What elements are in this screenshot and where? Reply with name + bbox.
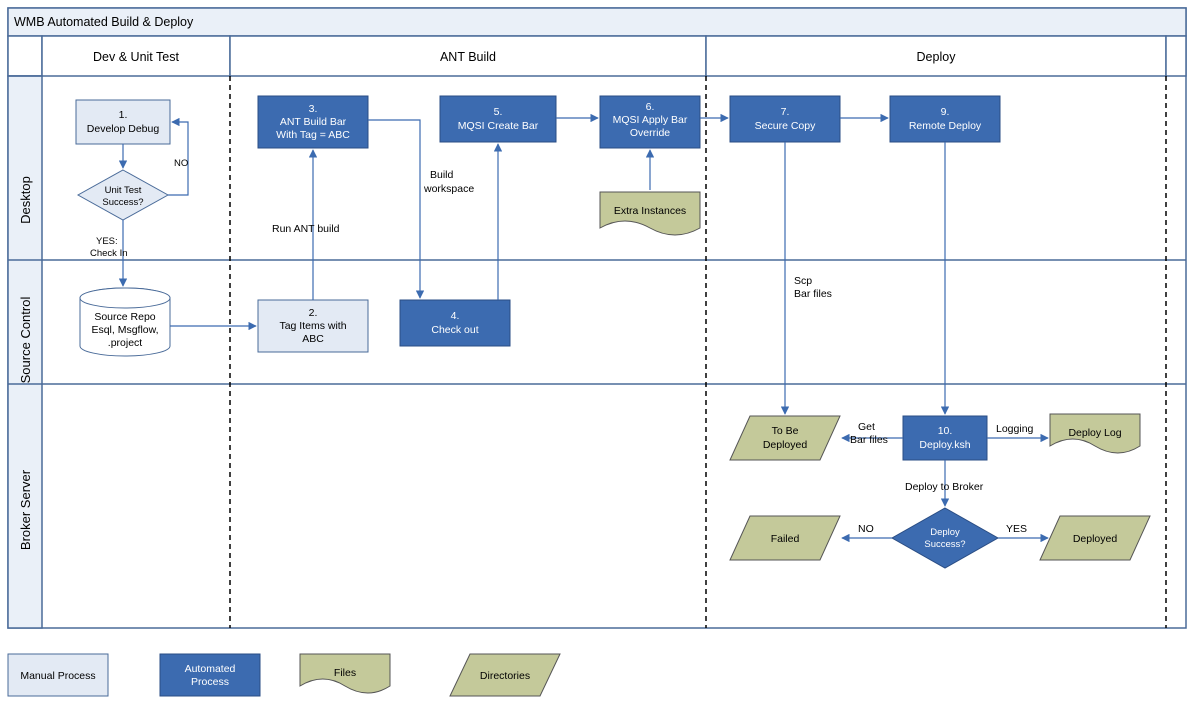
svg-text:Scp: Scp bbox=[794, 275, 812, 287]
svg-text:ANT Build Bar: ANT Build Bar bbox=[280, 116, 347, 128]
svg-text:Deployed: Deployed bbox=[1073, 533, 1118, 545]
svg-text:Bar files: Bar files bbox=[850, 434, 888, 446]
svg-text:Check out: Check out bbox=[431, 324, 478, 336]
row-source: Source Control bbox=[18, 297, 33, 384]
node-remote-deploy bbox=[890, 96, 1000, 142]
col-dev: Dev & Unit Test bbox=[93, 50, 179, 64]
svg-text:Run ANT build: Run ANT build bbox=[272, 223, 340, 235]
svg-text:1.: 1. bbox=[119, 109, 128, 121]
svg-text:Deployed: Deployed bbox=[763, 439, 808, 451]
svg-text:Check In: Check In bbox=[90, 248, 128, 259]
col-deploy: Deploy bbox=[917, 50, 957, 64]
node-deploy-ksh bbox=[903, 416, 987, 460]
svg-text:3.: 3. bbox=[309, 103, 318, 115]
svg-text:YES: YES bbox=[1006, 523, 1027, 535]
legend-files: Files bbox=[300, 654, 390, 693]
svg-text:Directories: Directories bbox=[480, 670, 530, 682]
svg-text:YES:: YES: bbox=[96, 236, 118, 247]
svg-text:Process: Process bbox=[191, 676, 229, 688]
svg-text:Manual Process: Manual Process bbox=[20, 670, 95, 682]
svg-text:9.: 9. bbox=[941, 106, 950, 118]
svg-text:Override: Override bbox=[630, 127, 670, 139]
node-to-be-deployed: To Be Deployed bbox=[730, 416, 840, 460]
svg-text:Remote Deploy: Remote Deploy bbox=[909, 120, 982, 132]
svg-text:Success?: Success? bbox=[924, 539, 965, 550]
svg-text:To Be: To Be bbox=[772, 425, 799, 437]
svg-text:.project: .project bbox=[108, 337, 143, 349]
svg-text:NO: NO bbox=[174, 158, 188, 169]
svg-text:MQSI Apply Bar: MQSI Apply Bar bbox=[613, 114, 688, 126]
col-ant: ANT Build bbox=[440, 50, 496, 64]
diagram-title: WMB Automated Build & Deploy bbox=[14, 15, 194, 29]
svg-text:6.: 6. bbox=[646, 101, 655, 113]
edge-ant-to-checkout bbox=[368, 120, 420, 298]
svg-text:Deploy.ksh: Deploy.ksh bbox=[919, 439, 970, 451]
node-mqsi-create-bar bbox=[440, 96, 556, 142]
svg-text:Success?: Success? bbox=[102, 197, 143, 208]
svg-text:5.: 5. bbox=[494, 106, 503, 118]
row-desktop: Desktop bbox=[18, 176, 33, 224]
svg-text:ABC: ABC bbox=[302, 333, 324, 345]
svg-text:Logging: Logging bbox=[996, 423, 1034, 435]
svg-text:4.: 4. bbox=[451, 310, 460, 322]
node-extra-instances: Extra Instances bbox=[600, 192, 700, 235]
svg-text:Files: Files bbox=[334, 667, 356, 679]
svg-text:Deploy: Deploy bbox=[930, 527, 960, 538]
node-develop-debug bbox=[76, 100, 170, 144]
node-deploy-log: Deploy Log bbox=[1050, 414, 1140, 453]
svg-text:Extra Instances: Extra Instances bbox=[614, 205, 686, 217]
svg-text:Source Repo: Source Repo bbox=[94, 311, 155, 323]
legend-auto bbox=[160, 654, 260, 696]
wmb-flow-diagram: WMB Automated Build & Deploy Dev & Unit … bbox=[0, 0, 1194, 710]
svg-text:Automated: Automated bbox=[185, 663, 236, 675]
svg-text:Build: Build bbox=[430, 169, 454, 181]
row-broker: Broker Server bbox=[18, 469, 33, 550]
svg-text:Get: Get bbox=[858, 421, 875, 433]
svg-text:With Tag = ABC: With Tag = ABC bbox=[276, 129, 350, 141]
svg-text:Secure Copy: Secure Copy bbox=[755, 120, 816, 132]
svg-text:workspace: workspace bbox=[423, 183, 474, 195]
svg-text:MQSI Create Bar: MQSI Create Bar bbox=[458, 120, 539, 132]
svg-text:Esql, Msgflow,: Esql, Msgflow, bbox=[91, 324, 158, 336]
legend-dirs: Directories bbox=[450, 654, 560, 696]
svg-text:Deploy Log: Deploy Log bbox=[1068, 427, 1121, 439]
svg-text:Develop Debug: Develop Debug bbox=[87, 123, 160, 135]
svg-text:2.: 2. bbox=[309, 307, 318, 319]
svg-text:Bar files: Bar files bbox=[794, 288, 832, 300]
node-check-out bbox=[400, 300, 510, 346]
svg-text:10.: 10. bbox=[938, 425, 953, 437]
svg-text:NO: NO bbox=[858, 523, 874, 535]
svg-text:Tag Items with: Tag Items with bbox=[279, 320, 346, 332]
node-source-repo: Source Repo Esql, Msgflow, .project bbox=[80, 288, 170, 356]
svg-text:7.: 7. bbox=[781, 106, 790, 118]
node-deployed: Deployed bbox=[1040, 516, 1150, 560]
svg-text:Failed: Failed bbox=[771, 533, 800, 545]
decision-deploy-success bbox=[892, 508, 998, 568]
svg-text:Unit Test: Unit Test bbox=[105, 185, 142, 196]
svg-text:Deploy to Broker: Deploy to Broker bbox=[905, 481, 984, 493]
node-failed: Failed bbox=[730, 516, 840, 560]
node-secure-copy bbox=[730, 96, 840, 142]
